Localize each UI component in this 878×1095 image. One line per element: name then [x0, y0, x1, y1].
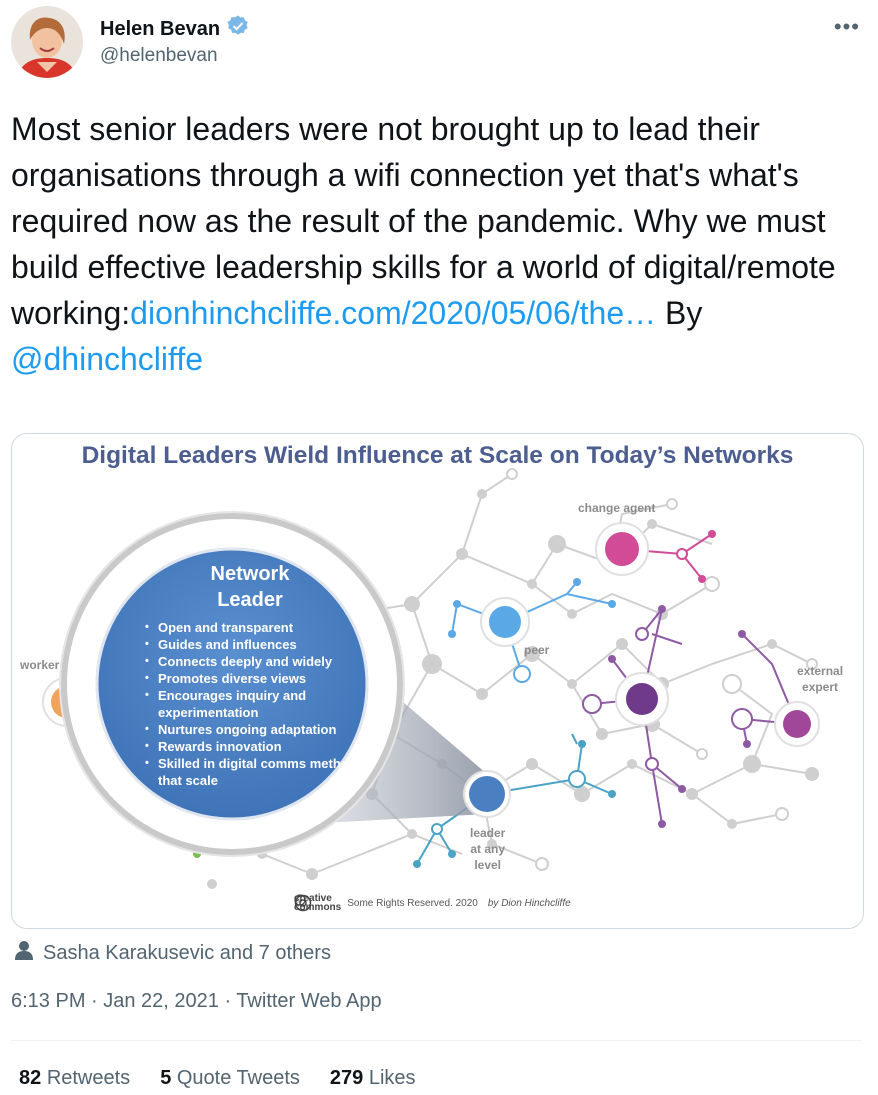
leader-traits-list: Open and transparent Guides and influenc… [127, 619, 377, 789]
likes-label: Likes [368, 1067, 416, 1089]
author-name[interactable]: Helen Bevan [100, 18, 220, 41]
likers-text[interactable]: Sasha Karakusevic and 7 others [43, 942, 331, 965]
avatar[interactable] [11, 6, 83, 78]
leader-trait: Guides and influences [145, 636, 377, 653]
peer-label: peer [524, 643, 550, 657]
leader-trait: Encourages inquiry and experimentation [145, 687, 377, 721]
leader-label-line-1: leader [470, 826, 506, 840]
worker-label: worker [20, 658, 60, 672]
leader-trait: Rewards innovation [145, 738, 377, 755]
leader-any-level-label: leader at any level [470, 825, 505, 873]
retweets-stat[interactable]: 82 Retweets [19, 1067, 130, 1090]
engagement-stats: 82 Retweets 5 Quote Tweets 279 Likes [19, 1067, 416, 1090]
quote-tweets-stat[interactable]: 5 Quote Tweets [160, 1067, 300, 1090]
external-label-line-2: expert [802, 680, 839, 694]
divider [11, 1040, 862, 1041]
retweets-label: Retweets [46, 1067, 131, 1089]
quotes-label: Quote Tweets [176, 1067, 300, 1089]
likes-count: 279 [329, 1067, 364, 1089]
author-handle[interactable]: @helenbevan [100, 45, 218, 67]
leader-trait: Connects deeply and widely [145, 653, 377, 670]
change-agent-label: change agent [578, 501, 656, 515]
author-name-row[interactable]: Helen Bevan [100, 14, 250, 44]
network-leader-panel: Network Leader Open and transparent Guid… [127, 561, 377, 789]
leader-label-line-2: at any [470, 842, 506, 856]
liked-by-row[interactable]: Sasha Karakusevic and 7 others [15, 940, 331, 966]
leader-label-line-3: level [474, 858, 502, 872]
leader-trait: Skilled in digital comms methods that sc… [145, 755, 377, 789]
image-credit: cc creative commons Some Rights Reserved… [294, 894, 571, 913]
likes-stat[interactable]: 279 Likes [330, 1067, 416, 1090]
leader-heading: Network Leader [123, 561, 377, 613]
mention-link[interactable]: @dhinchcliffe [11, 341, 203, 377]
external-label-line-1: external [797, 664, 844, 678]
external-expert-label: external expert [797, 663, 843, 695]
leader-heading-line-2: Leader [217, 589, 283, 611]
person-icon [15, 940, 33, 966]
rights-text: Some Rights Reserved. 2020 [347, 897, 478, 909]
infographic-title: Digital Leaders Wield Influence at Scale… [81, 442, 794, 469]
credit-author: by Dion Hinchcliffe [487, 897, 571, 909]
more-horizontal-icon[interactable]: ••• [834, 14, 860, 40]
tweet-by: By [656, 295, 703, 331]
verified-badge-icon [226, 14, 250, 44]
leader-trait: Promotes diverse views [145, 670, 377, 687]
tweet-text: Most senior leaders were not brought up … [11, 106, 867, 382]
retweets-count: 82 [19, 1067, 42, 1089]
leader-trait: Open and transparent [145, 619, 377, 636]
tweet-image[interactable]: Digital Leaders Wield Influence at Scale… [11, 433, 864, 929]
copyright-icon [294, 894, 312, 912]
quotes-count: 5 [160, 1067, 172, 1089]
leader-heading-line-1: Network [210, 563, 290, 585]
tweet-timestamp[interactable]: 6:13 PM · Jan 22, 2021 · Twitter Web App [11, 990, 382, 1013]
leader-trait: Nurtures ongoing adaptation [145, 721, 377, 738]
tweet-link[interactable]: dionhinchcliffe.com/2020/05/06/the… [130, 295, 656, 331]
